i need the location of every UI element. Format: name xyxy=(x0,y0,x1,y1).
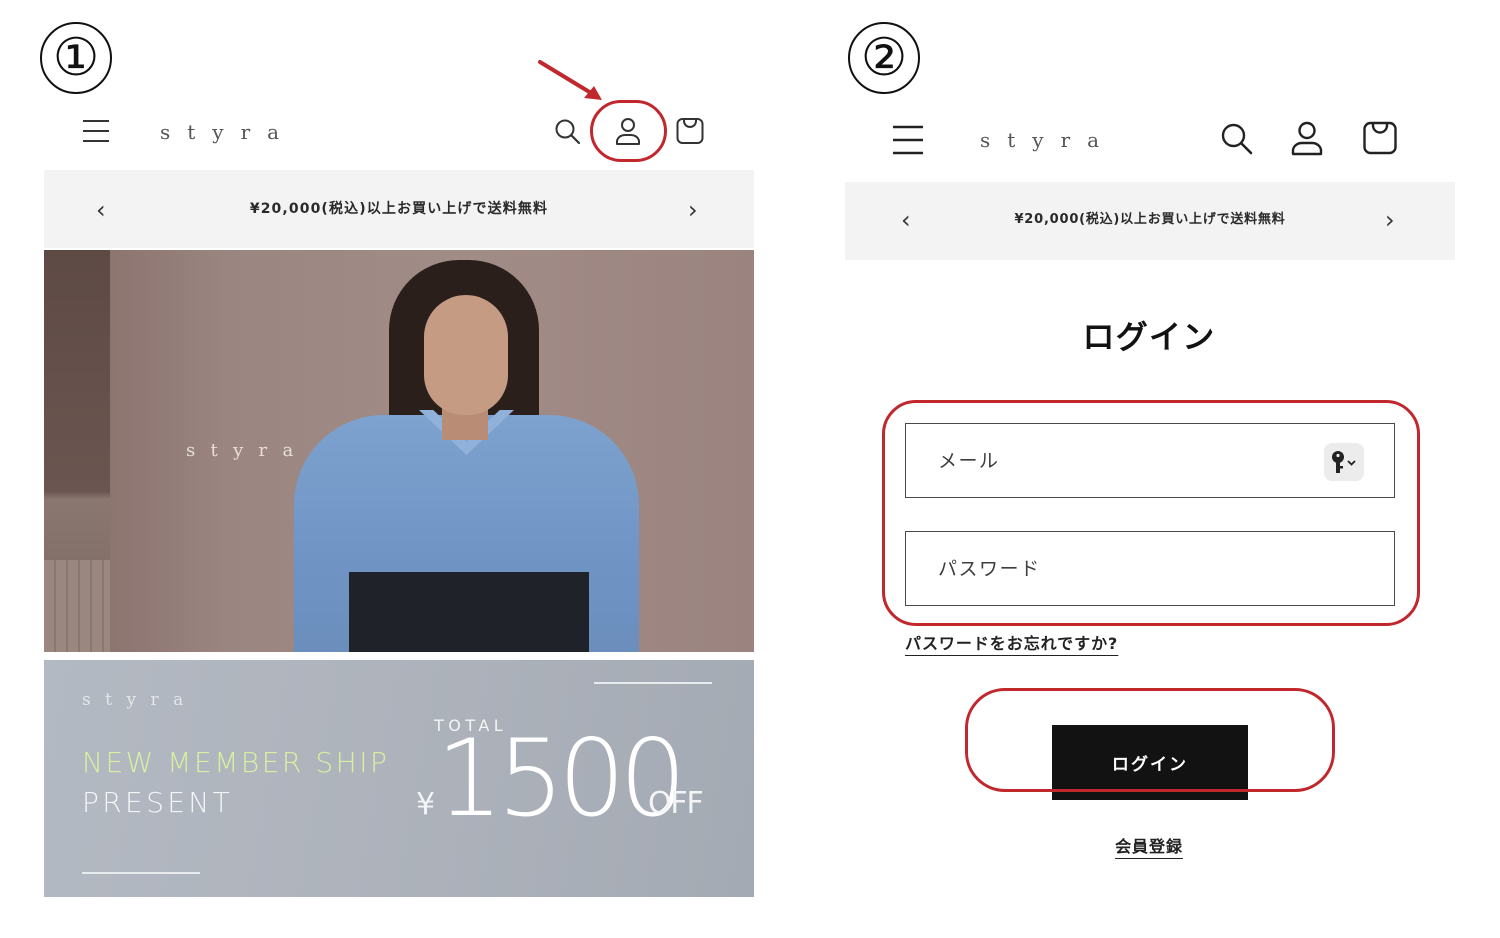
hero-door-panel xyxy=(44,560,110,652)
shopping-bag-icon[interactable] xyxy=(675,116,705,146)
password-field[interactable] xyxy=(905,531,1395,606)
site-logo[interactable]: styra xyxy=(160,120,296,144)
promo-off-label: OFF xyxy=(648,786,704,821)
hero-logo-watermark: styra xyxy=(186,440,309,461)
promo-logo: styra xyxy=(82,690,198,710)
hamburger-menu-icon[interactable] xyxy=(892,124,924,156)
promo-rule-top xyxy=(594,682,712,684)
email-field[interactable] xyxy=(905,423,1395,498)
hero-model-face xyxy=(424,295,508,415)
login-submit-button[interactable]: ログイン xyxy=(1052,725,1248,800)
promo-headline: NEW MEMBER SHIP xyxy=(82,746,390,779)
promo-currency: ¥ xyxy=(416,787,436,822)
promo-subheadline: PRESENT xyxy=(82,786,234,819)
announcement-next-button[interactable]: › xyxy=(688,196,698,224)
announcement-text: ¥20,000(税込)以上お買い上げで送料無料 xyxy=(1014,212,1286,227)
search-icon[interactable] xyxy=(1220,122,1254,156)
email-input[interactable] xyxy=(906,424,1394,497)
annotation-arrow-icon xyxy=(536,58,606,104)
login-page-title: ログイン xyxy=(1082,318,1216,356)
hamburger-menu-icon[interactable] xyxy=(82,118,110,144)
register-link[interactable]: 会員登録 xyxy=(1115,837,1183,856)
password-input[interactable] xyxy=(906,532,1394,605)
search-icon[interactable] xyxy=(554,118,582,146)
announcement-bar: ‹ ¥20,000(税込)以上お買い上げで送料無料 › xyxy=(44,170,754,248)
account-user-icon[interactable] xyxy=(1290,120,1324,156)
announcement-bar: ‹ ¥20,000(税込)以上お買い上げで送料無料 › xyxy=(845,182,1455,260)
password-key-icon xyxy=(1329,449,1359,475)
promo-amount: 1500 xyxy=(436,717,687,840)
member-promo-banner[interactable]: styra NEW MEMBER SHIP PRESENT TOTAL ¥ 15… xyxy=(44,660,754,897)
forgot-password-link[interactable]: パスワードをお忘れですか? xyxy=(905,630,1118,654)
hero-image[interactable]: styra xyxy=(44,250,754,652)
step-number-2: ② xyxy=(848,22,920,94)
password-manager-key-button[interactable] xyxy=(1324,443,1364,481)
announcement-next-button[interactable]: › xyxy=(1385,206,1395,234)
announcement-text: ¥20,000(税込)以上お買い上げで送料無料 xyxy=(249,201,549,217)
site-logo[interactable]: styra xyxy=(980,128,1116,152)
hero-model-pants xyxy=(349,572,589,652)
promo-rule-bottom xyxy=(82,872,200,874)
shopping-bag-icon[interactable] xyxy=(1362,120,1398,156)
account-user-icon[interactable] xyxy=(614,116,642,146)
register-link-row: 会員登録 xyxy=(846,833,1452,857)
step-number-1: ① xyxy=(40,22,112,94)
